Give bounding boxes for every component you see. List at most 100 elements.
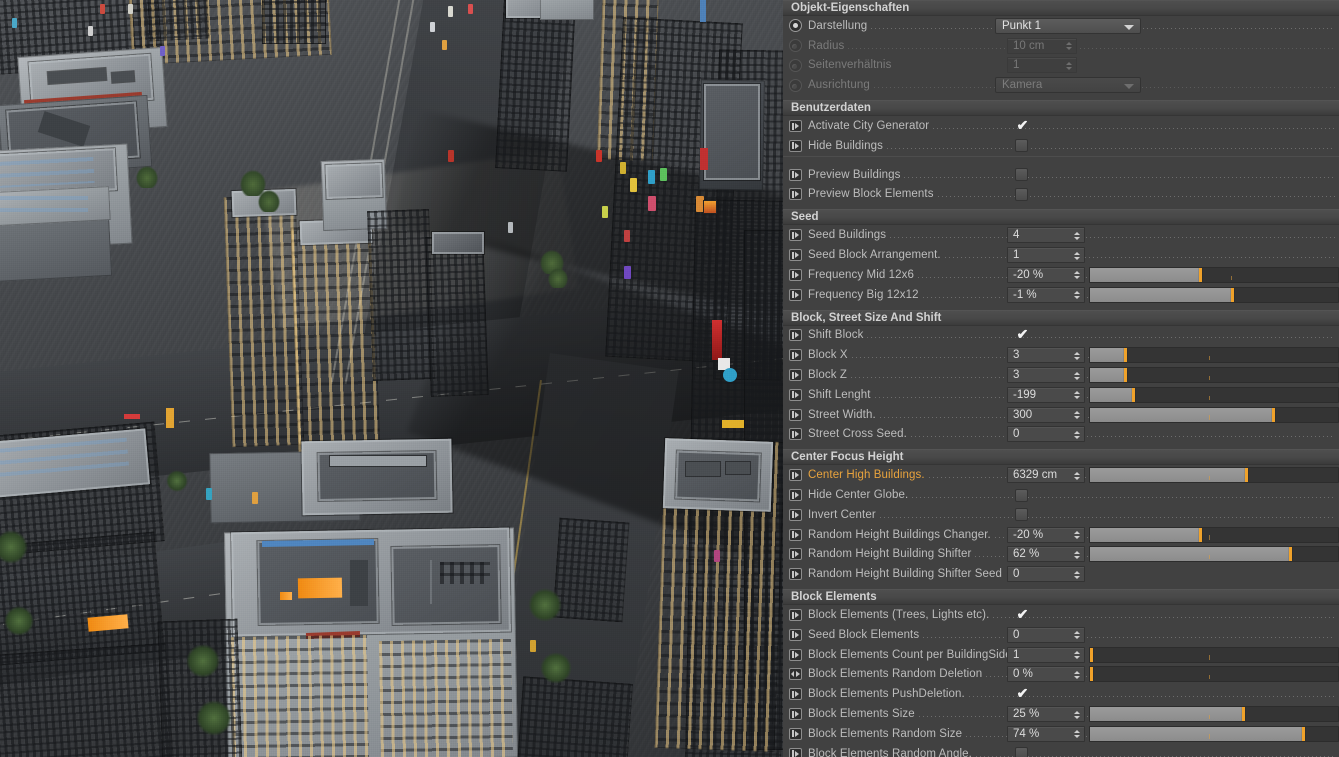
property-row-street-cross-seed[interactable]: Street Cross Seed. 0 [783, 425, 1339, 445]
slider-knob[interactable] [1124, 348, 1128, 363]
slider-knob[interactable] [1124, 368, 1128, 383]
userdata-icon[interactable] [789, 469, 802, 482]
property-row-seed-buildings[interactable]: Seed Buildings 4 [783, 225, 1339, 245]
section-header-benutzerdaten[interactable]: Benutzerdaten [783, 100, 1339, 117]
number-field-block-z[interactable]: 3 [1007, 367, 1085, 384]
number-field-seed-block-arrangement[interactable]: 1 [1007, 247, 1085, 264]
checkbox-box[interactable] [1015, 508, 1028, 522]
property-row-block-elements-count-per-buildingside[interactable]: Block Elements Count per BuildingSide 1 [783, 645, 1339, 665]
userdata-icon[interactable] [789, 708, 802, 720]
slider-block-elements-random-size[interactable] [1089, 725, 1339, 742]
section-header-block-elements[interactable]: Block Elements [783, 589, 1339, 606]
userdata-icon[interactable] [789, 349, 802, 362]
number-field-random-height-buildings-changer[interactable]: -20 % [1007, 526, 1085, 543]
checkbox-hide-center-globe[interactable] [1015, 487, 1031, 503]
userdata-icon[interactable] [789, 508, 802, 521]
spinner-arrows-icon[interactable] [1073, 229, 1080, 242]
property-row-block-z[interactable]: Block Z 3 [783, 365, 1339, 385]
section-header-block-street-size-and-shift[interactable]: Block, Street Size And Shift [783, 309, 1339, 326]
slider-knob[interactable] [1289, 547, 1293, 562]
checkbox-block-elements-random-angle[interactable] [1015, 746, 1031, 757]
slider-frequency-mid-12x6[interactable] [1089, 266, 1339, 283]
userdata-icon[interactable] [789, 188, 802, 201]
property-row-random-height-building-shifter-seed[interactable]: Random Height Building Shifter Seed 0 [783, 564, 1339, 584]
userdata-icon[interactable] [789, 408, 802, 421]
spinner-arrows-icon[interactable] [1073, 289, 1080, 302]
slider-knob[interactable] [1242, 707, 1246, 721]
slider-random-height-building-shifter[interactable] [1089, 546, 1339, 563]
spinner-arrows-icon[interactable] [1073, 728, 1080, 741]
userdata-icon[interactable] [789, 489, 802, 502]
number-field-seitenverh-ltnis[interactable]: 1 [1007, 57, 1077, 74]
spinner-arrows-icon[interactable] [1065, 40, 1072, 53]
checkbox-box[interactable] [1015, 488, 1028, 502]
checkbox-activate-city-generator[interactable]: ✔ [1015, 118, 1031, 134]
number-field-radius[interactable]: 10 cm [1007, 37, 1077, 54]
number-field-block-elements-random-size[interactable]: 74 % [1007, 725, 1085, 742]
property-row-hide-center-globe[interactable]: Hide Center Globe. [783, 485, 1339, 505]
number-field-block-x[interactable]: 3 [1007, 347, 1085, 364]
number-field-seed-block-elements[interactable]: 0 [1007, 626, 1085, 643]
property-row-shift-block[interactable]: Shift Block ✔ [783, 326, 1339, 346]
spinner-arrows-icon[interactable] [1065, 59, 1072, 72]
spinner-arrows-icon[interactable] [1073, 708, 1080, 721]
checkbox-shift-block[interactable]: ✔ [1015, 327, 1031, 343]
userdata-inout-icon[interactable] [789, 668, 802, 681]
radio-button-off-icon[interactable] [789, 78, 802, 92]
property-row-block-elements-random-angle[interactable]: Block Elements Random Angle. [783, 744, 1339, 757]
userdata-icon[interactable] [789, 229, 802, 242]
spinner-arrows-icon[interactable] [1073, 629, 1080, 642]
slider-knob[interactable] [1090, 647, 1093, 662]
checkbox-box[interactable] [1015, 747, 1028, 757]
chevron-down-icon[interactable] [1124, 24, 1134, 30]
slider-knob[interactable] [1198, 267, 1202, 282]
dropdown-darstellung[interactable]: Punkt 1 [995, 17, 1141, 34]
userdata-icon[interactable] [789, 369, 802, 382]
userdata-icon[interactable] [789, 120, 802, 133]
checkbox-block-elements-trees-lights-etc[interactable]: ✔ [1015, 607, 1031, 623]
property-row-shift-lenght[interactable]: Shift Lenght -199 [783, 385, 1339, 405]
checkbox-box[interactable] [1015, 187, 1028, 201]
userdata-icon[interactable] [789, 139, 802, 152]
slider-knob[interactable] [1090, 667, 1093, 682]
number-field-block-elements-random-deletion[interactable]: 0 % [1007, 666, 1085, 683]
userdata-icon[interactable] [789, 329, 802, 342]
slider-knob[interactable] [1231, 287, 1235, 302]
number-field-street-width[interactable]: 300 [1007, 406, 1085, 423]
checkbox-preview-buildings[interactable] [1015, 167, 1031, 183]
section-header-seed[interactable]: Seed [783, 209, 1339, 226]
property-row-preview-buildings[interactable]: Preview Buildings [783, 165, 1339, 185]
number-field-center-high-buildings[interactable]: 6329 cm [1007, 467, 1085, 484]
userdata-icon[interactable] [789, 548, 802, 561]
userdata-icon[interactable] [789, 747, 802, 757]
number-field-block-elements-size[interactable]: 25 % [1007, 706, 1085, 722]
checkbox-block-elements-pushdeletion[interactable]: ✔ [1015, 686, 1031, 702]
property-row-frequency-big-12x12[interactable]: Frequency Big 12x12 -1 % [783, 285, 1339, 305]
number-field-block-elements-count-per-buildingside[interactable]: 1 [1007, 646, 1085, 663]
section-header-objekt-eigenschaften[interactable]: Objekt-Eigenschaften [783, 0, 1339, 16]
spinner-arrows-icon[interactable] [1073, 649, 1080, 662]
slider-random-height-buildings-changer[interactable] [1089, 526, 1339, 543]
property-row-ausrichtung[interactable]: Ausrichtung Kamera [783, 75, 1339, 95]
spinner-arrows-icon[interactable] [1073, 428, 1080, 441]
number-field-random-height-building-shifter-seed[interactable]: 0 [1007, 566, 1085, 583]
spinner-arrows-icon[interactable] [1073, 389, 1080, 402]
radio-button-off-icon[interactable] [789, 39, 802, 53]
checkbox-box[interactable] [1015, 168, 1028, 182]
slider-block-z[interactable] [1089, 367, 1339, 384]
userdata-icon[interactable] [789, 249, 802, 262]
number-field-frequency-mid-12x6[interactable]: -20 % [1007, 266, 1085, 283]
userdata-icon[interactable] [789, 388, 802, 401]
spinner-arrows-icon[interactable] [1073, 409, 1080, 422]
userdata-icon[interactable] [789, 648, 802, 661]
property-row-random-height-buildings-changer[interactable]: Random Height Buildings Changer. -20 % [783, 525, 1339, 545]
property-row-hide-buildings[interactable]: Hide Buildings [783, 136, 1339, 156]
slider-knob[interactable] [1244, 468, 1248, 483]
section-header-center-focus-height[interactable]: Center Focus Height [783, 449, 1339, 466]
property-row-activate-city-generator[interactable]: Activate City Generator ✔ [783, 116, 1339, 136]
object-properties-panel[interactable]: Objekt-Eigenschaften Darstellung Punkt 1 Ra… [783, 0, 1339, 757]
spinner-arrows-icon[interactable] [1073, 469, 1080, 482]
slider-knob[interactable] [1198, 527, 1202, 542]
userdata-icon[interactable] [789, 268, 802, 281]
dropdown-ausrichtung[interactable]: Kamera [995, 77, 1141, 94]
